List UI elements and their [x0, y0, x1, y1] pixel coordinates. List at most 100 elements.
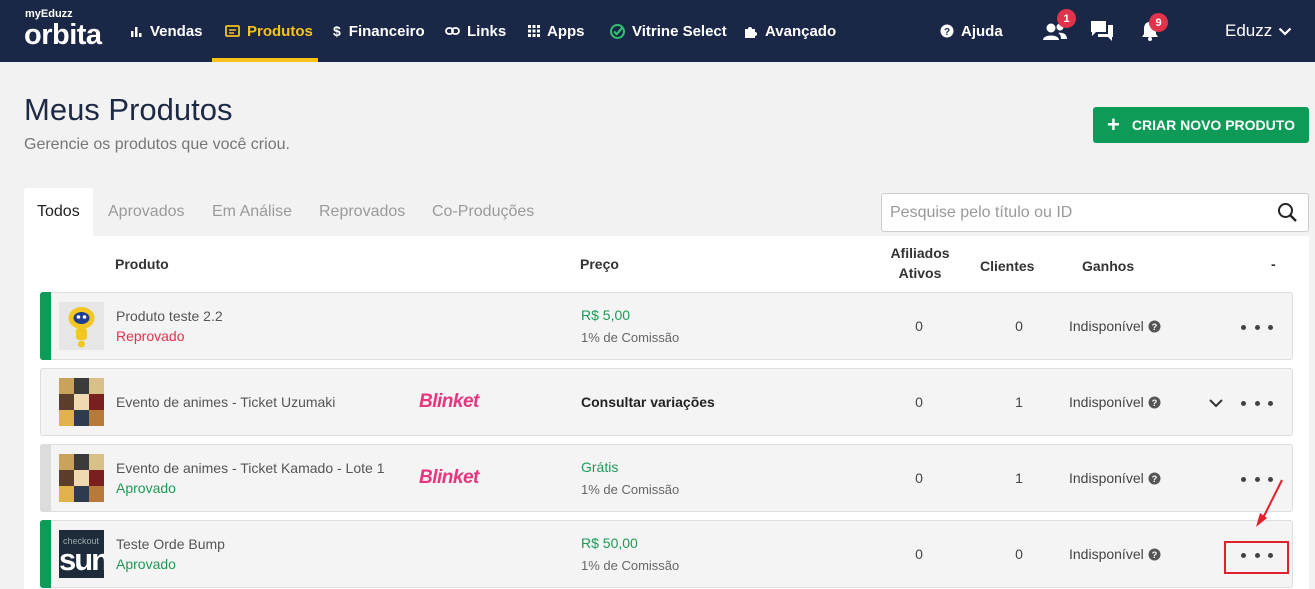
check-badge-icon	[610, 23, 625, 39]
help-icon[interactable]: ?	[1148, 472, 1161, 485]
anime-collage-image	[59, 378, 104, 426]
product-status: Aprovado	[116, 556, 176, 572]
notifications-button[interactable]: 9	[1139, 13, 1168, 46]
affiliates-count: 0	[915, 394, 923, 410]
dollar-icon: $	[333, 23, 341, 39]
nav-financeiro-label: Financeiro	[348, 22, 425, 40]
affiliates-badge: 1	[1057, 9, 1076, 28]
table-row[interactable]: Evento de animes - Ticket Uzumaki Blinke…	[40, 368, 1293, 436]
notifications-badge: 9	[1149, 13, 1168, 32]
nav-vitrine-select[interactable]: Vitrine Select	[610, 0, 727, 62]
tab-todos[interactable]: Todos	[24, 188, 93, 236]
tab-reprovados[interactable]: Reprovados	[319, 188, 405, 236]
table-row[interactable]: Produto teste 2.2 Reprovado R$ 5,00 1% d…	[40, 292, 1293, 360]
nav-financeiro[interactable]: $ Financeiro	[333, 0, 425, 62]
puzzle-icon	[745, 26, 757, 38]
help-icon[interactable]: ?	[1148, 396, 1161, 409]
user-name: Eduzz	[1225, 21, 1273, 40]
anime-collage-image	[59, 454, 104, 502]
product-price: Grátis	[581, 459, 619, 475]
row-status-bar	[40, 520, 51, 588]
nav-active-indicator	[212, 58, 318, 62]
svg-text:?: ?	[944, 27, 950, 38]
svg-text:?: ?	[1151, 474, 1157, 484]
row-status-bar	[40, 444, 51, 512]
product-thumbnail	[59, 302, 104, 350]
nav-avancado[interactable]: Avançado	[743, 0, 836, 62]
affiliates-button[interactable]: 1	[1042, 9, 1076, 44]
product-thumbnail	[59, 378, 104, 426]
tab-aprovados[interactable]: Aprovados	[108, 188, 185, 236]
tab-co-producoes[interactable]: Co-Produções	[432, 188, 534, 236]
more-options-icon[interactable]	[1241, 321, 1273, 333]
help-icon[interactable]: ?	[1148, 548, 1161, 561]
user-menu[interactable]: Eduzz	[1225, 0, 1292, 62]
nav-links-label: Links	[467, 22, 507, 40]
thumbnail-sun-text: sun	[59, 542, 104, 577]
product-thumbnail: checkout sun	[59, 530, 104, 578]
plus-icon: +	[1107, 112, 1120, 137]
product-commission: 1% de Comissão	[581, 330, 680, 345]
nav-ajuda[interactable]: ? Ajuda	[940, 0, 1003, 62]
chevron-down-icon	[1278, 27, 1292, 36]
create-product-label: CRIAR NOVO PRODUTO	[1131, 117, 1295, 133]
affiliates-count: 0	[915, 318, 923, 334]
products-table: Produto Preço Afiliados Ativos Clientes …	[24, 236, 1309, 589]
product-commission: 1% de Comissão	[581, 482, 680, 497]
product-name[interactable]: Evento de animes - Ticket Uzumaki	[116, 394, 335, 410]
product-status: Reprovado	[116, 328, 185, 344]
column-header-affiliates-line2: Ativos	[898, 265, 942, 281]
annotation-arrow-icon	[1256, 479, 1283, 527]
nav-apps-label: Apps	[547, 22, 585, 40]
product-price: R$ 5,00	[581, 307, 631, 323]
top-navigation-bar: myEduzz orbita Vendas Produtos $ Finance…	[0, 0, 1315, 62]
earnings-value: Indisponível	[1069, 546, 1144, 562]
annotation-highlight-box	[1224, 541, 1289, 574]
logo-orbita-text: orbita	[24, 19, 102, 51]
more-options-icon[interactable]	[1241, 397, 1273, 409]
nav-produtos-label: Produtos	[247, 22, 313, 40]
clients-count: 1	[1015, 394, 1023, 410]
product-price: R$ 50,00	[581, 535, 638, 551]
nav-links[interactable]: Links	[445, 0, 506, 62]
search-box	[881, 193, 1309, 232]
robot-mascot-image	[59, 302, 104, 350]
column-header-actions: -	[1271, 256, 1276, 272]
table-row[interactable]: checkout sun Teste Orde Bump Aprovado R$…	[40, 520, 1293, 588]
grid-icon	[528, 25, 540, 37]
chevron-down-icon[interactable]	[1208, 395, 1224, 411]
help-icon[interactable]: ?	[1148, 320, 1161, 333]
create-product-button[interactable]: + CRIAR NOVO PRODUTO	[1093, 107, 1309, 143]
nav-produtos[interactable]: Produtos	[225, 0, 313, 62]
svg-text:?: ?	[1151, 398, 1157, 408]
earnings-value: Indisponível	[1069, 470, 1144, 486]
link-icon	[445, 27, 460, 35]
product-name[interactable]: Produto teste 2.2	[116, 308, 223, 324]
page-title: Meus Produtos	[24, 92, 233, 127]
clients-count: 0	[1015, 546, 1023, 562]
affiliates-count: 0	[915, 470, 923, 486]
product-thumbnail	[59, 454, 104, 502]
messages-button[interactable]	[1090, 20, 1116, 46]
nav-ajuda-label: Ajuda	[961, 22, 1003, 40]
earnings: Indisponível ?	[1069, 318, 1161, 334]
product-name[interactable]: Evento de animes - Ticket Kamado - Lote …	[116, 460, 384, 476]
nav-avancado-label: Avançado	[765, 22, 837, 40]
earnings: Indisponível ?	[1069, 546, 1161, 562]
affiliates-count: 0	[915, 546, 923, 562]
search-icon[interactable]	[1277, 202, 1298, 223]
tab-em-analise[interactable]: Em Análise	[212, 188, 292, 236]
earnings-value: Indisponível	[1069, 318, 1144, 334]
bar-chart-icon	[131, 27, 142, 37]
column-header-affiliates: Afiliados Ativos	[880, 245, 960, 281]
nav-vendas[interactable]: Vendas	[131, 0, 203, 62]
clients-count: 0	[1015, 318, 1023, 334]
clients-count: 1	[1015, 470, 1023, 486]
product-commission: 1% de Comissão	[581, 558, 680, 573]
nav-apps[interactable]: Apps	[528, 0, 585, 62]
orbita-logo[interactable]: myEduzz orbita	[24, 8, 114, 51]
search-input[interactable]	[890, 194, 1260, 231]
consult-variations-link[interactable]: Consultar variações	[581, 394, 715, 410]
table-row[interactable]: Evento de animes - Ticket Kamado - Lote …	[40, 444, 1293, 512]
product-name[interactable]: Teste Orde Bump	[116, 536, 225, 552]
